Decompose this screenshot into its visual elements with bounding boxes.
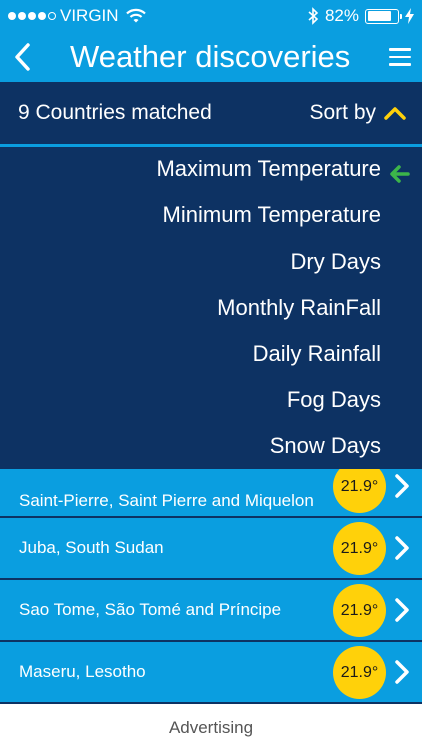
chevron-right-icon bbox=[395, 660, 409, 684]
sort-dropdown: Maximum Temperature Minimum Temperature … bbox=[0, 147, 422, 469]
charging-icon bbox=[405, 8, 414, 24]
sort-option-snow-days[interactable]: Snow Days bbox=[270, 433, 381, 459]
wifi-icon bbox=[125, 8, 146, 23]
result-row[interactable]: Sao Tome, São Tomé and Príncipe 21.9° bbox=[0, 580, 422, 642]
menu-button[interactable] bbox=[378, 32, 422, 82]
temperature-badge: 21.9° bbox=[333, 522, 386, 575]
result-place: Saint-Pierre, Saint Pierre and Miquelon bbox=[19, 490, 314, 510]
back-button[interactable] bbox=[2, 32, 42, 82]
nav-bar: Weather discoveries bbox=[0, 32, 422, 82]
result-place: Juba, South Sudan bbox=[19, 538, 164, 557]
matched-count: 9 Countries matched bbox=[18, 101, 212, 124]
sort-option-minimum-temperature[interactable]: Minimum Temperature bbox=[163, 202, 381, 228]
advertising-banner[interactable]: Advertising bbox=[0, 706, 422, 750]
result-place: Sao Tome, São Tomé and Príncipe bbox=[19, 600, 282, 619]
temperature-badge: 21.9° bbox=[333, 646, 386, 699]
page-title: Weather discoveries bbox=[70, 39, 351, 74]
chevron-right-icon bbox=[395, 474, 409, 498]
temperature-badge: 21.9° bbox=[333, 584, 386, 637]
sort-label: Sort by bbox=[309, 101, 376, 124]
sort-option-dry-days[interactable]: Dry Days bbox=[291, 249, 381, 275]
result-place: Maseru, Lesotho bbox=[19, 662, 146, 681]
chevron-up-icon bbox=[384, 107, 406, 120]
sort-option-fog-days[interactable]: Fog Days bbox=[287, 387, 381, 413]
chevron-right-icon bbox=[395, 536, 409, 560]
sort-option-daily-rainfall[interactable]: Daily Rainfall bbox=[253, 341, 381, 367]
result-row[interactable]: Maseru, Lesotho 21.9° bbox=[0, 642, 422, 704]
sort-option-maximum-temperature[interactable]: Maximum Temperature bbox=[156, 156, 381, 182]
result-row[interactable]: Juba, South Sudan 21.9° bbox=[0, 518, 422, 580]
sort-option-monthly-rainfall[interactable]: Monthly RainFall bbox=[217, 295, 381, 321]
signal-strength-icon bbox=[8, 12, 56, 20]
selected-arrow-icon bbox=[390, 165, 410, 183]
sort-button[interactable]: Sort by bbox=[309, 101, 406, 125]
advertising-label: Advertising bbox=[168, 718, 254, 737]
status-bar: VIRGIN 82% bbox=[0, 0, 422, 32]
chevron-right-icon bbox=[395, 598, 409, 622]
bluetooth-icon bbox=[308, 7, 319, 25]
battery-percent: 82% bbox=[324, 6, 359, 25]
battery-icon bbox=[365, 8, 402, 24]
hamburger-icon bbox=[389, 48, 411, 51]
filter-bar: 9 Countries matched Sort by bbox=[0, 82, 422, 144]
chevron-left-icon bbox=[15, 43, 30, 71]
carrier-label: VIRGIN bbox=[60, 6, 119, 25]
